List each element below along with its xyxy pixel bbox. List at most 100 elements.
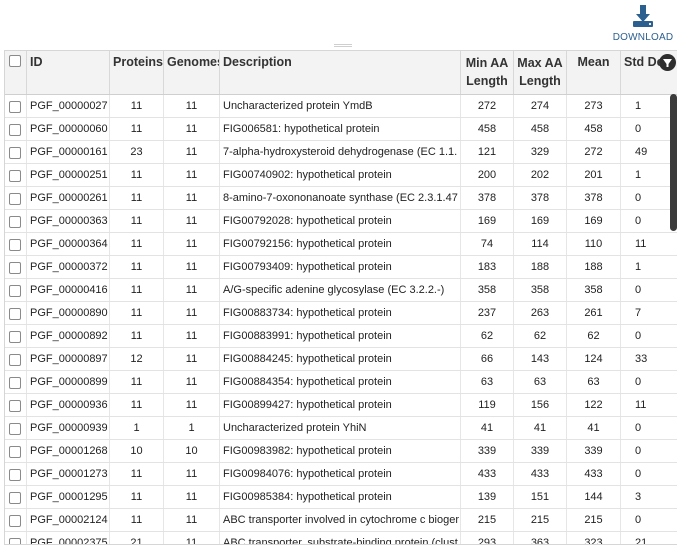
- row-checkbox[interactable]: [9, 101, 21, 113]
- table-row[interactable]: PGF_00000892 11 11 FIG00883991: hypothetica…: [5, 325, 677, 348]
- cell-description: FIG00740902: hypothetical protein: [220, 164, 461, 186]
- cell-description: ABC transporter, substrate-binding prote…: [220, 532, 461, 544]
- row-select-cell: [5, 509, 27, 531]
- cell-mean: 110: [567, 233, 621, 255]
- table-row[interactable]: PGF_00002375 21 11 ABC transporter, substra…: [5, 532, 677, 544]
- cell-mean: 41: [567, 417, 621, 439]
- cell-std: 11: [635, 399, 647, 411]
- column-header-description[interactable]: Description: [220, 51, 461, 94]
- table-row[interactable]: PGF_00000899 11 11 FIG00884354: hypothetica…: [5, 371, 677, 394]
- row-checkbox[interactable]: [9, 400, 21, 412]
- row-checkbox[interactable]: [9, 538, 21, 544]
- row-checkbox[interactable]: [9, 262, 21, 274]
- row-checkbox[interactable]: [9, 423, 21, 435]
- table-row[interactable]: PGF_00000364 11 11 FIG00792156: hypothetica…: [5, 233, 677, 256]
- cell-id: PGF_00000890: [27, 302, 110, 324]
- cell-description: A/G-specific adenine glycosylase (EC 3.2…: [220, 279, 461, 301]
- table-row[interactable]: PGF_00000251 11 11 FIG00740902: hypothetica…: [5, 164, 677, 187]
- row-checkbox[interactable]: [9, 492, 21, 504]
- row-checkbox[interactable]: [9, 377, 21, 389]
- resize-grip[interactable]: [334, 44, 352, 47]
- cell-proteins: 12: [110, 348, 164, 370]
- cell-std: 1: [635, 261, 642, 273]
- row-checkbox[interactable]: [9, 515, 21, 527]
- table-row[interactable]: PGF_00000161 23 11 7-alpha-hydroxysteroid d…: [5, 141, 677, 164]
- column-options-icon: [663, 59, 672, 67]
- row-checkbox[interactable]: [9, 469, 21, 481]
- row-checkbox[interactable]: [9, 446, 21, 458]
- cell-min: 139: [461, 486, 514, 508]
- row-checkbox[interactable]: [9, 239, 21, 251]
- cell-max: 329: [514, 141, 567, 163]
- table-row[interactable]: PGF_00000936 11 11 FIG00899427: hypothetica…: [5, 394, 677, 417]
- vertical-scrollbar[interactable]: [670, 94, 677, 231]
- row-select-cell: [5, 164, 27, 186]
- cell-id: PGF_00000261: [27, 187, 110, 209]
- cell-genomes: 11: [164, 279, 220, 301]
- cell-proteins: 11: [110, 187, 164, 209]
- cell-description: FIG00884354: hypothetical protein: [220, 371, 461, 393]
- row-checkbox[interactable]: [9, 170, 21, 182]
- cell-mean: 273: [567, 95, 621, 117]
- select-all-checkbox[interactable]: [9, 55, 21, 67]
- table-row[interactable]: PGF_00001268 10 10 FIG00983982: hypothetica…: [5, 440, 677, 463]
- cell-proteins: 11: [110, 371, 164, 393]
- row-checkbox[interactable]: [9, 308, 21, 320]
- row-checkbox[interactable]: [9, 193, 21, 205]
- table-row[interactable]: PGF_00000416 11 11 A/G-specific adenine gly…: [5, 279, 677, 302]
- column-header-proteins[interactable]: Proteins: [110, 51, 164, 94]
- cell-genomes: 11: [164, 210, 220, 232]
- cell-proteins: 11: [110, 302, 164, 324]
- table-row[interactable]: PGF_00000060 11 11 FIG006581: hypothetical …: [5, 118, 677, 141]
- cell-max: 169: [514, 210, 567, 232]
- table-row[interactable]: PGF_00001295 11 11 FIG00985384: hypothetica…: [5, 486, 677, 509]
- row-checkbox[interactable]: [9, 285, 21, 297]
- cell-max: 151: [514, 486, 567, 508]
- cell-description: ABC transporter involved in cytochrome c…: [220, 509, 461, 531]
- table-row[interactable]: PGF_00000890 11 11 FIG00883734: hypothetica…: [5, 302, 677, 325]
- column-header-genomes[interactable]: Genomes: [164, 51, 220, 94]
- table-row[interactable]: PGF_00000939 1 1 Uncharacterized protein Yh…: [5, 417, 677, 440]
- cell-genomes: 11: [164, 187, 220, 209]
- row-checkbox[interactable]: [9, 216, 21, 228]
- table-row[interactable]: PGF_00000897 12 11 FIG00884245: hypothetica…: [5, 348, 677, 371]
- table-row[interactable]: PGF_00002124 11 11 ABC transporter involved…: [5, 509, 677, 532]
- cell-proteins: 11: [110, 210, 164, 232]
- cell-id: PGF_00001273: [27, 463, 110, 485]
- cell-genomes: 11: [164, 463, 220, 485]
- column-header-max-aa-length[interactable]: Max AA Length: [514, 51, 567, 94]
- cell-std: 0: [635, 514, 642, 526]
- row-checkbox[interactable]: [9, 354, 21, 366]
- download-button[interactable]: DOWNLOAD: [613, 3, 673, 43]
- cell-id: PGF_00001268: [27, 440, 110, 462]
- cell-id: PGF_00000897: [27, 348, 110, 370]
- table-row[interactable]: PGF_00000261 11 11 8-amino-7-oxononanoate s…: [5, 187, 677, 210]
- column-options-button[interactable]: [659, 54, 676, 71]
- row-checkbox[interactable]: [9, 331, 21, 343]
- row-checkbox[interactable]: [9, 147, 21, 159]
- column-header-id[interactable]: ID: [27, 51, 110, 94]
- cell-mean: 188: [567, 256, 621, 278]
- table-row[interactable]: PGF_00000027 11 11 Uncharacterized protein …: [5, 95, 677, 118]
- cell-max: 363: [514, 532, 567, 544]
- cell-proteins: 21: [110, 532, 164, 544]
- cell-mean: 433: [567, 463, 621, 485]
- cell-min: 272: [461, 95, 514, 117]
- cell-mean: 124: [567, 348, 621, 370]
- cell-description: FIG00792156: hypothetical protein: [220, 233, 461, 255]
- row-select-cell: [5, 95, 27, 117]
- table-row[interactable]: PGF_00000372 11 11 FIG00793409: hypothetica…: [5, 256, 677, 279]
- table-row[interactable]: PGF_00000363 11 11 FIG00792028: hypothetica…: [5, 210, 677, 233]
- column-header-min-aa-length[interactable]: Min AA Length: [461, 51, 514, 94]
- cell-proteins: 10: [110, 440, 164, 462]
- column-header-mean[interactable]: Mean: [567, 51, 621, 94]
- row-checkbox[interactable]: [9, 124, 21, 136]
- cell-mean: 272: [567, 141, 621, 163]
- cell-proteins: 23: [110, 141, 164, 163]
- cell-min: 119: [461, 394, 514, 416]
- cell-description: FIG00884245: hypothetical protein: [220, 348, 461, 370]
- cell-max: 215: [514, 509, 567, 531]
- table-row[interactable]: PGF_00001273 11 11 FIG00984076: hypothetica…: [5, 463, 677, 486]
- cell-description: FIG00793409: hypothetical protein: [220, 256, 461, 278]
- row-select-cell: [5, 371, 27, 393]
